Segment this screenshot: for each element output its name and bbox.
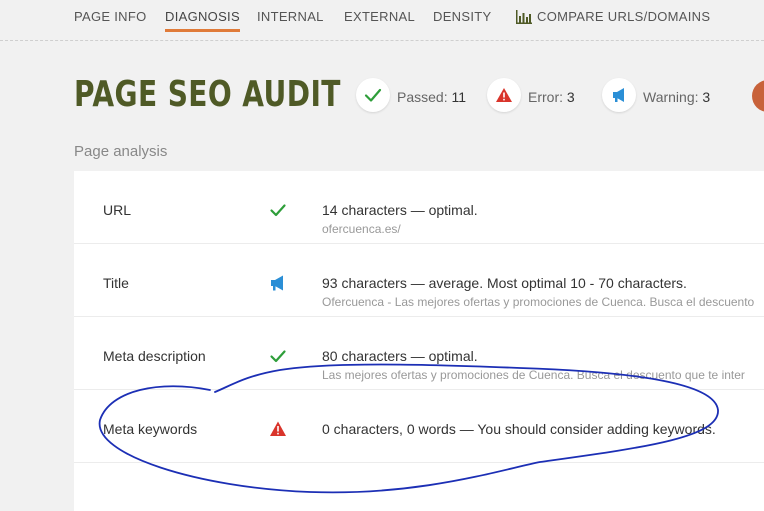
row-label: Meta keywords bbox=[103, 421, 198, 437]
warning-badge bbox=[602, 78, 636, 112]
row-main-text: 0 characters, 0 words — You should consi… bbox=[322, 421, 716, 437]
error-badge bbox=[487, 78, 521, 112]
passed-label: Passed: bbox=[397, 89, 448, 105]
row-sub-text: ofercuenca.es/ bbox=[322, 222, 401, 236]
row-label: URL bbox=[103, 202, 132, 218]
tab-compare-urls[interactable]: COMPARE URLS/DOMAINS bbox=[537, 9, 710, 24]
analysis-panel: URL 14 characters — optimal. ofercuenca.… bbox=[74, 171, 764, 511]
passed-stat: Passed: 11 bbox=[397, 89, 466, 105]
section-title: Page analysis bbox=[74, 143, 168, 160]
row-main-text: 93 characters — average. Most optimal 10… bbox=[322, 275, 687, 291]
tab-external[interactable]: EXTERNAL bbox=[344, 9, 415, 24]
checkmark-icon bbox=[270, 350, 286, 363]
passed-badge bbox=[356, 78, 390, 112]
warning-triangle-icon bbox=[270, 421, 286, 436]
row-label: Meta description bbox=[103, 348, 206, 364]
row-main-text: 14 characters — optimal. bbox=[322, 202, 478, 218]
tab-internal[interactable]: INTERNAL bbox=[257, 9, 324, 24]
error-count: 3 bbox=[566, 89, 575, 105]
error-label: Error: bbox=[528, 89, 563, 105]
checkmark-icon bbox=[270, 204, 286, 217]
megaphone-icon bbox=[271, 275, 283, 291]
top-nav: PAGE INFO DIAGNOSIS INTERNAL EXTERNAL DE… bbox=[0, 0, 764, 41]
bar-chart-icon bbox=[516, 10, 532, 24]
error-stat: Error: 3 bbox=[528, 89, 575, 105]
tab-diagnosis[interactable]: DIAGNOSIS bbox=[165, 9, 240, 32]
warning-count: 3 bbox=[702, 89, 711, 105]
checkmark-icon bbox=[364, 88, 382, 102]
tab-page-info[interactable]: PAGE INFO bbox=[74, 9, 147, 24]
warning-stat: Warning: 3 bbox=[643, 89, 710, 105]
analysis-row-meta-description: Meta description 80 characters — optimal… bbox=[74, 317, 764, 390]
analysis-row-title: Title 93 characters — average. Most opti… bbox=[74, 244, 764, 317]
megaphone-icon bbox=[613, 88, 624, 102]
row-label: Title bbox=[103, 275, 129, 291]
row-main-text: 80 characters — optimal. bbox=[322, 348, 478, 364]
analysis-row-meta-keywords: Meta keywords 0 characters, 0 words — Yo… bbox=[74, 390, 764, 463]
page-title: PAGE SEO AUDIT bbox=[74, 74, 341, 115]
warning-label: Warning: bbox=[643, 89, 699, 105]
analysis-row-url: URL 14 characters — optimal. ofercuenca.… bbox=[74, 171, 764, 244]
score-badge bbox=[752, 80, 764, 112]
row-sub-text: Ofercuenca - Las mejores ofertas y promo… bbox=[322, 295, 755, 309]
tab-density[interactable]: DENSITY bbox=[433, 9, 491, 24]
row-sub-text: Las mejores ofertas y promociones de Cue… bbox=[322, 368, 745, 382]
warning-triangle-icon bbox=[496, 88, 512, 102]
passed-count: 11 bbox=[451, 89, 467, 105]
